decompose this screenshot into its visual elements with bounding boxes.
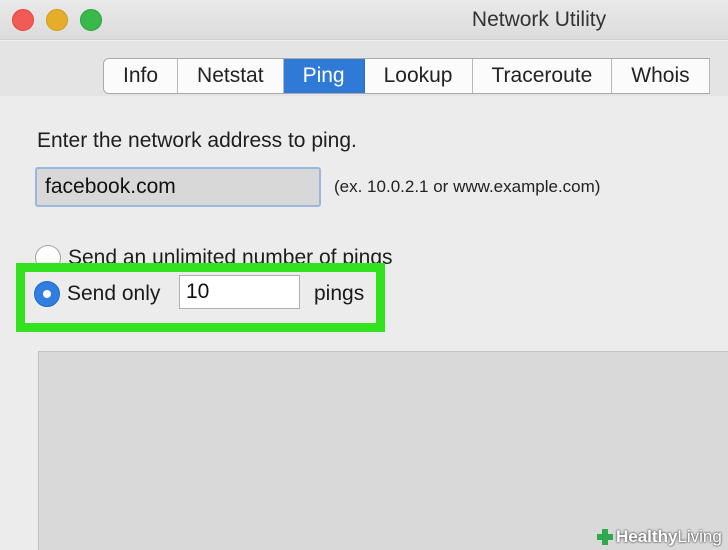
ping-count-input[interactable] xyxy=(179,275,300,309)
pings-suffix-label: pings xyxy=(314,282,365,305)
watermark-text-bold: Healthy xyxy=(616,527,678,546)
title-bar: Network Utility xyxy=(0,0,728,40)
tab-bar: Info Netstat Ping Lookup Traceroute Whoi… xyxy=(103,58,710,94)
network-address-input[interactable] xyxy=(35,167,321,207)
ping-output-area[interactable] xyxy=(38,351,728,550)
send-only-radio[interactable] xyxy=(34,281,60,307)
tab-traceroute[interactable]: Traceroute xyxy=(472,59,613,93)
tab-info[interactable]: Info xyxy=(104,59,179,93)
watermark-logo: Healthy Living xyxy=(596,526,722,548)
window-title: Network Utility xyxy=(471,8,607,31)
tab-ping[interactable]: Ping xyxy=(283,59,365,93)
send-only-label: Send only xyxy=(67,282,161,305)
ping-prompt-label: Enter the network address to ping. xyxy=(37,129,357,152)
watermark-text-light: Living xyxy=(677,527,722,546)
plus-icon xyxy=(597,529,613,545)
tab-whois[interactable]: Whois xyxy=(612,59,710,93)
tab-lookup[interactable]: Lookup xyxy=(364,59,473,93)
address-hint: (ex. 10.0.2.1 or www.example.com) xyxy=(334,177,601,196)
tab-netstat[interactable]: Netstat xyxy=(178,59,284,93)
